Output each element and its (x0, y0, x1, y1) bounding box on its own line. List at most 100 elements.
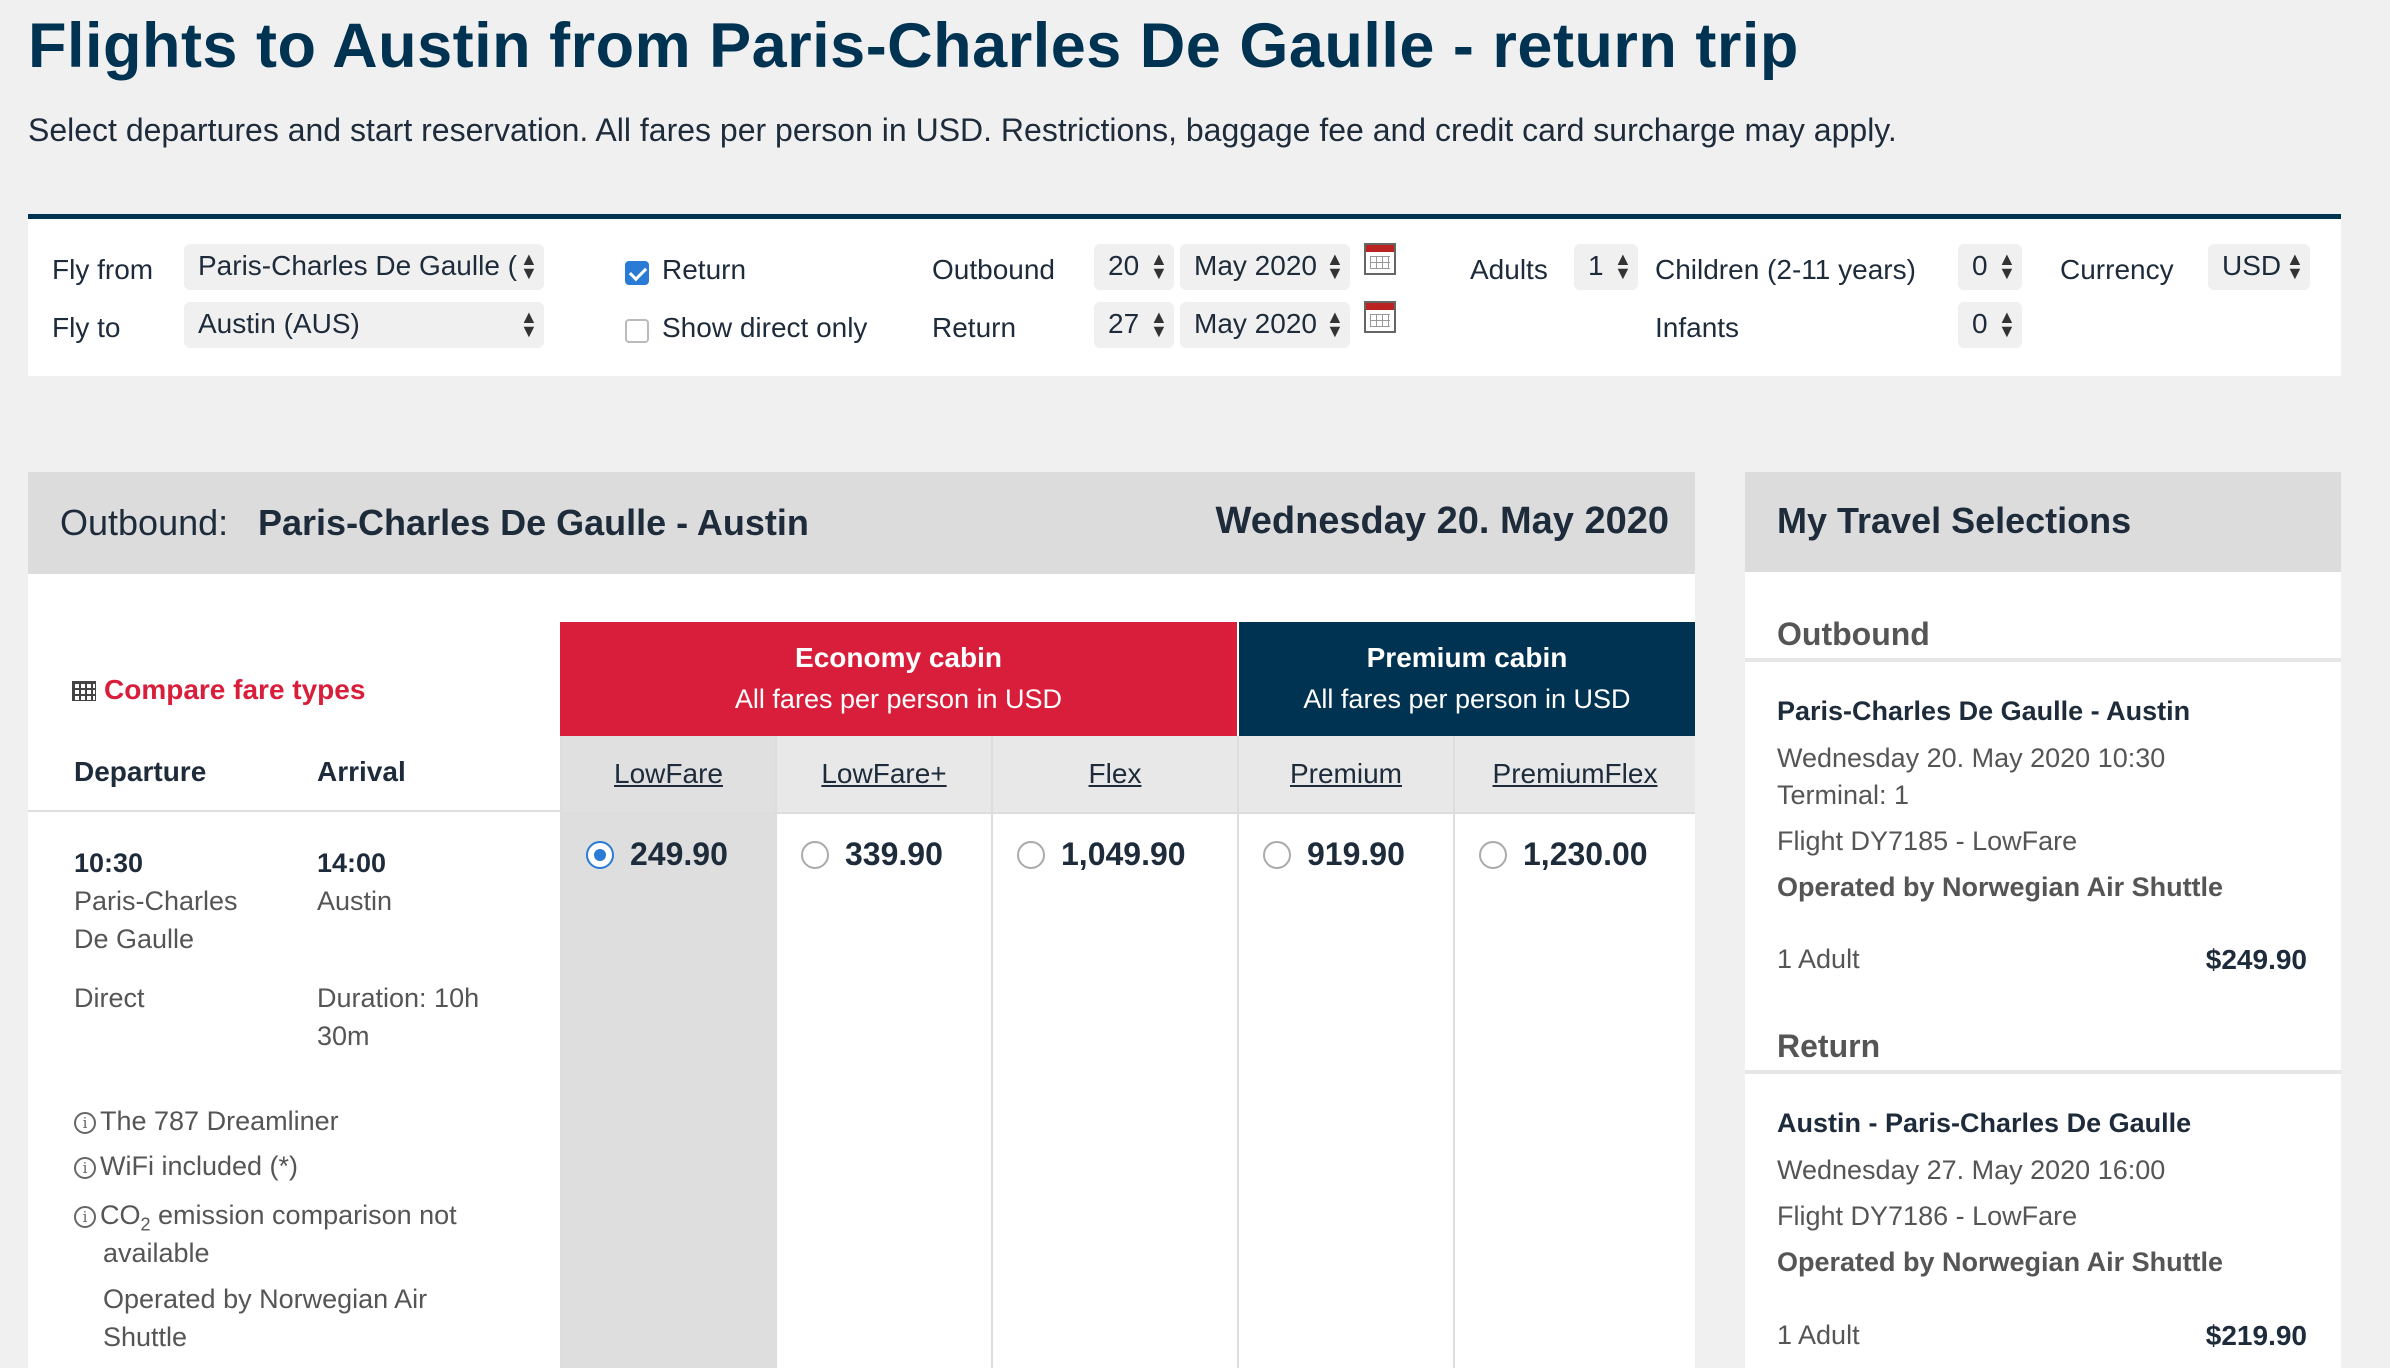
direct-only-label[interactable]: Show direct only (662, 312, 867, 344)
fare-type-link[interactable]: LowFare+ (777, 736, 991, 814)
economy-cabin-title: Economy cabin (795, 642, 1002, 673)
fare-type-link[interactable]: LowFare (562, 736, 775, 814)
fare-option[interactable]: 249.90 (586, 836, 728, 873)
fly-from-value: Paris-Charles De Gaulle ( (198, 250, 517, 281)
fare-type-link[interactable]: Flex (993, 736, 1237, 814)
return-month-value: May 2020 (1194, 308, 1317, 339)
selection-outbound-heading: Outbound (1777, 616, 1930, 652)
outbound-day-select[interactable]: 20 ▲ ▼ (1094, 244, 1174, 290)
currency-select[interactable]: USD ▲ ▼ (2208, 244, 2310, 290)
return-date-label: Return (932, 312, 1017, 343)
fare-column-lowfare-plus[interactable]: LowFare+ 339.90 (775, 736, 991, 1368)
fly-to-label: Fly to (52, 312, 121, 343)
fare-price: 1,049.90 (1061, 836, 1186, 872)
infants-value: 0 (1972, 308, 1988, 339)
adults-label: Adults (1470, 254, 1548, 285)
compare-fare-types-link[interactable]: Compare fare types (72, 674, 365, 706)
radio-unselected[interactable] (1263, 841, 1291, 869)
selection-outbound-terminal: Terminal: 1 (1777, 780, 1910, 810)
fare-column-premiumflex[interactable]: PremiumFlex 1,230.00 (1453, 736, 1695, 1368)
duration-line2: 30m (317, 1021, 370, 1051)
updown-arrow-icon: ▲ ▼ (1150, 249, 1168, 283)
radio-unselected[interactable] (801, 841, 829, 869)
info-icon: i (74, 1206, 96, 1228)
premium-cabin-title: Premium cabin (1366, 642, 1568, 673)
outbound-month-select[interactable]: May 2020 ▲ ▼ (1180, 244, 1350, 290)
co2-info-line2: available (103, 1238, 210, 1268)
currency-label: Currency (2060, 254, 2174, 285)
outbound-month-value: May 2020 (1194, 250, 1317, 281)
aircraft-info[interactable]: i The 787 Dreamliner (74, 1102, 339, 1140)
fare-type-link[interactable]: PremiumFlex (1455, 736, 1695, 814)
grid-table-icon (72, 681, 96, 701)
outbound-route: Paris-Charles De Gaulle - Austin (258, 502, 809, 543)
return-checkbox[interactable] (625, 261, 649, 285)
wifi-label: WiFi included (*) (100, 1151, 299, 1181)
stops: Direct (74, 983, 145, 1013)
updown-arrow-icon: ▲ ▼ (1326, 307, 1344, 341)
selection-return-route: Austin - Paris-Charles De Gaulle (1777, 1108, 2192, 1138)
updown-arrow-icon: ▲ ▼ (2286, 249, 2304, 283)
premium-cabin-subtitle: All fares per person in USD (1303, 684, 1631, 714)
economy-cabin-header: Economy cabin All fares per person in US… (560, 622, 1237, 736)
adults-select[interactable]: 1 ▲ ▼ (1574, 244, 1638, 290)
updown-arrow-icon: ▲ ▼ (1150, 307, 1168, 341)
fare-option[interactable]: 1,230.00 (1479, 836, 1648, 873)
arrival-place: Austin (317, 886, 393, 916)
fly-to-select[interactable]: Austin (AUS) ▲ ▼ (184, 302, 544, 348)
direct-only-checkbox[interactable] (625, 319, 649, 343)
fare-option[interactable]: 1,049.90 (1017, 836, 1186, 873)
selection-return-pax: 1 Adult (1777, 1320, 1860, 1350)
co2-suffix: emission comparison not (150, 1200, 457, 1230)
children-label: Children (2-11 years) (1655, 254, 1916, 285)
fare-price: 249.90 (630, 836, 728, 872)
selection-outbound-price: $249.90 (2205, 944, 2307, 975)
radio-selected[interactable] (586, 841, 614, 869)
currency-value: USD (2222, 250, 2282, 281)
infants-select[interactable]: 0 ▲ ▼ (1958, 302, 2022, 348)
fare-price: 1,230.00 (1523, 836, 1648, 872)
fare-option[interactable]: 919.90 (1263, 836, 1405, 873)
economy-cabin-subtitle: All fares per person in USD (734, 684, 1063, 714)
adults-value: 1 (1588, 250, 1604, 281)
return-checkbox-label[interactable]: Return (662, 254, 746, 286)
departure-time: 10:30 (74, 848, 144, 878)
calendar-icon[interactable] (1364, 301, 1396, 333)
operated-by-line1: Operated by Norwegian Air (103, 1284, 428, 1314)
divider (1745, 658, 2341, 662)
selection-outbound-route: Paris-Charles De Gaulle - Austin (1777, 696, 2191, 726)
arrival-column-header: Arrival (317, 756, 406, 787)
calendar-icon[interactable] (1364, 243, 1396, 275)
radio-unselected[interactable] (1017, 841, 1045, 869)
compare-fare-types-label: Compare fare types (104, 674, 366, 705)
outbound-results: Compare fare types Departure Arrival Eco… (28, 574, 1695, 1368)
selection-outbound-flight: Flight DY7185 - LowFare (1777, 826, 2078, 856)
return-day-select[interactable]: 27 ▲ ▼ (1094, 302, 1174, 348)
departure-column-header: Departure (74, 756, 207, 787)
outbound-header: Outbound: Paris-Charles De Gaulle - Aust… (28, 472, 1695, 574)
fly-to-value: Austin (AUS) (198, 308, 360, 339)
updown-arrow-icon: ▲ ▼ (1614, 249, 1632, 283)
premium-cabin-header: Premium cabin All fares per person in US… (1239, 622, 1695, 736)
fare-column-flex[interactable]: Flex 1,049.90 (991, 736, 1237, 1368)
selection-outbound-operator: Operated by Norwegian Air Shuttle (1777, 872, 2224, 902)
search-panel: Fly from Paris-Charles De Gaulle ( ▲ ▼ Fl… (28, 214, 2341, 376)
arrival-time: 14:00 (317, 848, 387, 878)
return-month-select[interactable]: May 2020 ▲ ▼ (1180, 302, 1350, 348)
fare-type-link[interactable]: Premium (1239, 736, 1453, 814)
fly-from-select[interactable]: Paris-Charles De Gaulle ( ▲ ▼ (184, 244, 544, 290)
fare-price: 919.90 (1307, 836, 1405, 872)
selection-return-datetime: Wednesday 27. May 2020 16:00 (1777, 1155, 2166, 1185)
page-subtitle: Select departures and start reservation.… (28, 112, 1897, 148)
wifi-info[interactable]: i WiFi included (*) (74, 1147, 298, 1185)
children-select[interactable]: 0 ▲ ▼ (1958, 244, 2022, 290)
duration-line1: Duration: 10h (317, 983, 480, 1013)
outbound-date: Wednesday 20. May 2020 (1215, 500, 1669, 542)
fare-column-lowfare[interactable]: LowFare 249.90 (560, 736, 775, 1368)
fare-option[interactable]: 339.90 (801, 836, 943, 873)
fare-column-premium[interactable]: Premium 919.90 (1237, 736, 1453, 1368)
selection-outbound-pax: 1 Adult (1777, 944, 1860, 974)
co2-subscript: 2 (140, 1214, 151, 1235)
fare-price: 339.90 (845, 836, 943, 872)
radio-unselected[interactable] (1479, 841, 1507, 869)
